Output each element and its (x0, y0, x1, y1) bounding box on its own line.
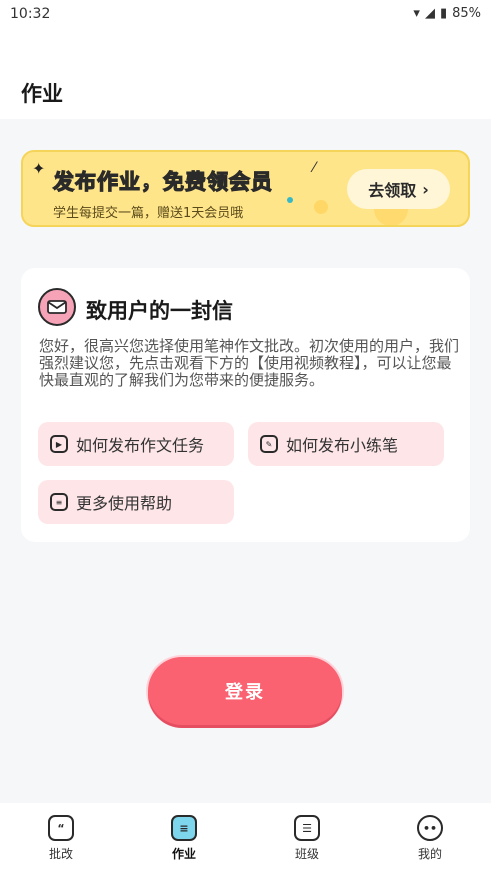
login-button[interactable]: 登录 (148, 657, 342, 725)
help-link-label: 如何发布作文任务 (76, 436, 205, 455)
banner-headline: 发布作业，免费领会员 (52, 169, 273, 194)
promo-banner[interactable]: ✦ 发布作业，免费领会员 学生每提交一篇，赠送1天会员哦 ⁄ 去领取 › (21, 150, 470, 227)
quote-icon: “ (48, 815, 74, 841)
envelope-icon (38, 288, 76, 326)
sparkle-icon: ✦ (32, 159, 46, 178)
wifi-icon: ▾ (413, 6, 420, 21)
help-link-label: 如何发布小练笔 (286, 436, 399, 455)
help-icon: ≡ (50, 493, 68, 511)
help-link-label: 更多使用帮助 (76, 494, 173, 513)
tab-homework[interactable]: ≡ 作业 (144, 815, 224, 862)
decor-dot (287, 197, 293, 203)
bottom-tab-bar: “ 批改 ≡ 作业 ☰ 班级 •• 我的 (0, 803, 491, 873)
tab-label: 班级 (294, 847, 319, 861)
help-link-more[interactable]: ≡ 更多使用帮助 (38, 480, 234, 524)
signal-icon: ◢ (424, 6, 435, 21)
tab-label: 作业 (171, 847, 196, 861)
face-icon: •• (417, 815, 443, 841)
tab-label: 批改 (48, 847, 73, 861)
help-link-practice[interactable]: ✎ 如何发布小练笔 (248, 422, 444, 466)
clipboard-icon: ≡ (171, 815, 197, 841)
top-bar: 作业 (0, 28, 491, 119)
claim-button-label: 去领取 (368, 181, 417, 200)
class-icon: ☰ (294, 815, 320, 841)
status-time: 10:32 (10, 6, 51, 22)
battery-icon: ▮ (439, 6, 448, 21)
letter-card: 致用户的一封信 您好，很高兴您选择使用笔神作文批改。初次使用的用户，我们强烈建议… (21, 268, 470, 542)
status-icons: ▾ ◢ ▮ 85% (413, 6, 481, 21)
edit-icon: ✎ (260, 435, 278, 453)
help-link-essay-task[interactable]: ▶ 如何发布作文任务 (38, 422, 234, 466)
decor-circle-small (314, 200, 328, 214)
tab-label: 我的 (417, 847, 442, 861)
tab-review[interactable]: “ 批改 (21, 815, 101, 862)
status-bar: 10:32 ▾ ◢ ▮ 85% (0, 0, 491, 28)
chevron-right-icon: › (422, 179, 429, 199)
battery-level: 85% (452, 6, 481, 21)
letter-body: 您好，很高兴您选择使用笔神作文批改。初次使用的用户，我们强烈建议您，先点击观看下… (39, 337, 460, 389)
video-icon: ▶ (50, 435, 68, 453)
decor-lines: ⁄ (313, 160, 316, 176)
banner-subtitle: 学生每提交一篇，赠送1天会员哦 (53, 206, 244, 221)
tab-class[interactable]: ☰ 班级 (267, 815, 347, 862)
claim-button[interactable]: 去领取 › (347, 169, 450, 209)
tab-mine[interactable]: •• 我的 (390, 815, 470, 862)
page-title: 作业 (21, 82, 63, 106)
letter-title: 致用户的一封信 (86, 299, 233, 323)
